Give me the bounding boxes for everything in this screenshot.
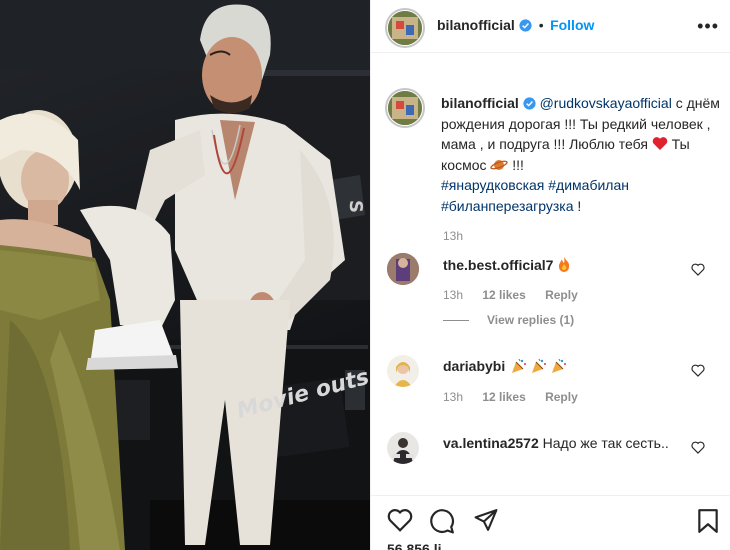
comment-meta: 13h 12 likes Reply	[443, 288, 578, 302]
commenter-avatar[interactable]	[387, 253, 419, 285]
comment-like-heart-icon[interactable]	[691, 263, 705, 276]
comment-time[interactable]: 13h	[443, 390, 463, 404]
party-popper-emoji-icon	[532, 358, 547, 373]
comment-likes[interactable]: 12 likes	[482, 288, 525, 302]
author-avatar[interactable]	[385, 8, 425, 48]
hashtag-link[interactable]: #янарудковская	[441, 177, 544, 193]
fire-emoji-icon	[559, 257, 570, 272]
comment-item: va.lentina2572 Надо же так сесть..	[443, 433, 693, 453]
caption-avatar-image	[388, 91, 422, 125]
hashtag-link[interactable]: #биланперезагрузка	[441, 198, 574, 214]
caption-username[interactable]: bilanofficial	[441, 95, 519, 111]
comment-like-heart-icon[interactable]	[691, 364, 705, 377]
svg-text:S: S	[345, 200, 366, 213]
party-popper-emoji-icons	[511, 358, 567, 379]
view-replies-line	[443, 320, 469, 321]
post-photo[interactable]: Movie outs S	[0, 0, 370, 550]
comment-item: the.best.official7	[443, 255, 693, 275]
share-icon[interactable]	[473, 508, 499, 533]
post-side-panel: bilanofficial • Follow ••• bilanofficial	[370, 0, 730, 550]
commenter-avatar[interactable]	[387, 432, 419, 464]
commenter-avatar-image	[387, 432, 419, 464]
comment-item: dariabybi	[443, 356, 693, 379]
comment-likes[interactable]: 12 likes	[482, 390, 525, 404]
caption-avatar[interactable]	[385, 88, 425, 128]
more-options-icon[interactable]: •••	[697, 16, 719, 37]
comment-like-heart-icon[interactable]	[691, 441, 705, 454]
likes-count[interactable]: 56 856 li	[387, 541, 442, 550]
reply-button[interactable]: Reply	[545, 288, 578, 302]
comment-meta: 13h 12 likes Reply	[443, 390, 578, 404]
comment-icon[interactable]	[429, 508, 455, 534]
caption-timestamp[interactable]: 13h	[443, 229, 463, 243]
post-header: bilanofficial • Follow •••	[371, 0, 730, 53]
header-separator: •	[538, 17, 544, 33]
bookmark-icon[interactable]	[697, 508, 719, 534]
ringed-planet-emoji-icon	[490, 159, 509, 170]
post-caption: bilanofficial @rudkovskayaofficial с днё…	[441, 93, 721, 216]
commenter-avatar[interactable]	[387, 355, 419, 387]
commenter-avatar-image	[387, 253, 419, 285]
view-replies-button[interactable]: View replies (1)	[487, 313, 574, 327]
commenter-avatar-image	[387, 355, 419, 387]
header-username[interactable]: bilanofficial	[437, 17, 515, 33]
comment-username[interactable]: dariabybi	[443, 358, 505, 374]
caption-text-3: !!!	[508, 156, 524, 173]
follow-button[interactable]: Follow	[550, 17, 594, 33]
hashtag-link[interactable]: #димабилан	[548, 177, 629, 193]
author-avatar-image	[388, 11, 422, 45]
party-popper-emoji-icon	[551, 358, 566, 373]
verified-badge-icon	[523, 97, 536, 110]
header-author-line: bilanofficial • Follow	[437, 17, 594, 35]
party-popper-emoji-icon	[512, 358, 527, 373]
caption-mention[interactable]: @rudkovskayaofficial	[540, 95, 672, 111]
caption-tail: !	[573, 197, 582, 214]
reply-button[interactable]: Reply	[545, 390, 578, 404]
heart-icon[interactable]	[387, 508, 413, 532]
post-photo-illustration: Movie outs S	[0, 0, 370, 550]
comment-username[interactable]: va.lentina2572	[443, 435, 539, 451]
verified-badge-icon	[519, 19, 532, 32]
comment-username[interactable]: the.best.official7	[443, 257, 553, 273]
comment-text: Надо же так сесть..	[538, 435, 669, 451]
comment-time[interactable]: 13h	[443, 288, 463, 302]
red-heart-emoji-icon	[652, 137, 668, 150]
